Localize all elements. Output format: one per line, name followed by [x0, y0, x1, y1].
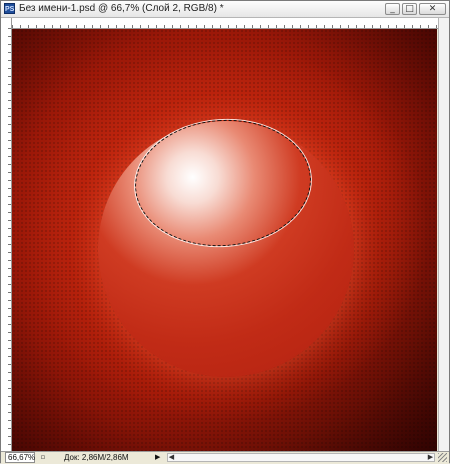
status-menu-arrow-icon[interactable]: ▶ [155, 453, 163, 462]
title-bar[interactable]: PS Без имени-1.psd @ 66,7% (Слой 2, RGB/… [1, 1, 449, 18]
zoom-level-field[interactable]: 66,67% [5, 452, 35, 463]
status-bar: 66,67% ▫ Док: 2,86M/2,86M ▶ ◀ ▶ [1, 451, 449, 464]
document-window: PS Без имени-1.psd @ 66,7% (Слой 2, RGB/… [0, 0, 450, 464]
photoshop-icon: PS [4, 3, 15, 14]
vertical-scrollbar[interactable] [438, 18, 449, 451]
minimize-button[interactable]: _ [385, 3, 400, 15]
scroll-left-icon[interactable]: ◀ [167, 453, 176, 462]
horizontal-scrollbar[interactable] [167, 453, 435, 462]
close-button[interactable]: ✕ [419, 3, 446, 15]
horizontal-ruler[interactable] [12, 18, 449, 29]
document-title: Без имени-1.psd @ 66,7% (Слой 2, RGB/8) … [19, 3, 224, 14]
maximize-button[interactable]: □ [402, 3, 417, 15]
resize-grip-icon[interactable] [438, 453, 447, 462]
image-canvas[interactable] [12, 29, 437, 451]
document-size-info: Док: 2,86M/2,86M [64, 453, 129, 462]
vertical-ruler[interactable] [1, 28, 12, 451]
zoom-menu-icon[interactable]: ▫ [39, 453, 47, 462]
scroll-right-icon[interactable]: ▶ [426, 453, 435, 462]
